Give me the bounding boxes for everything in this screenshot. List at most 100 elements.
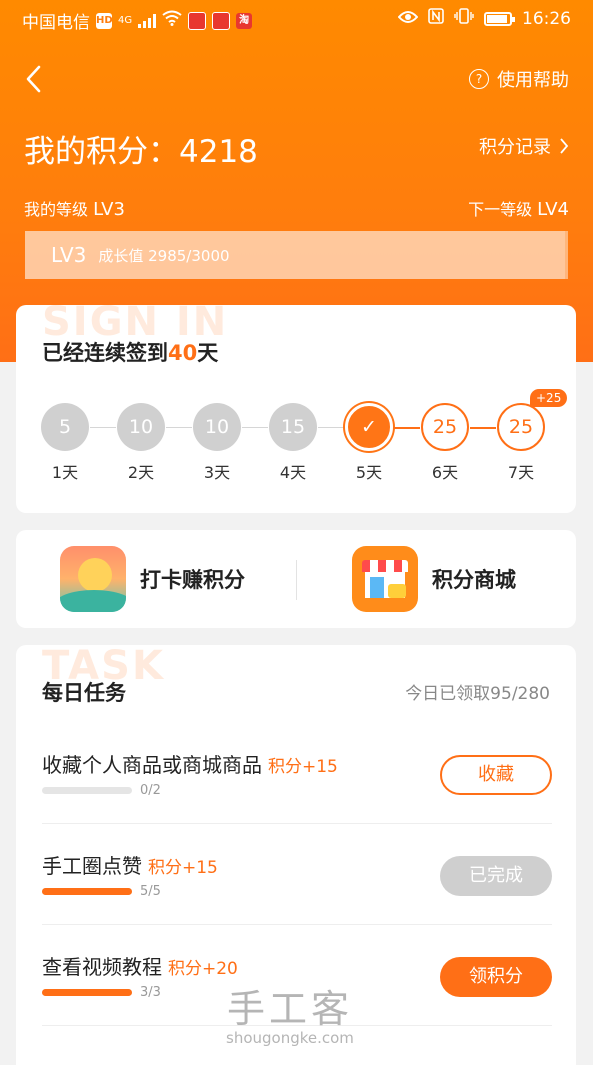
status-bar: 中国电信 HD 4G 淘 16:26 [0, 0, 593, 40]
eye-icon [397, 9, 419, 29]
taobao-app-icon: 淘 [236, 12, 253, 29]
points-title: 我的积分：4218 [24, 126, 258, 171]
shop-label: 积分商城 [432, 568, 516, 592]
signin-day-label: 6天 [431, 463, 459, 482]
task-progress-fill [42, 989, 132, 996]
signin-connector [318, 427, 344, 428]
task-reward: 积分+15 [148, 858, 218, 878]
clock-text: 16:26 [522, 8, 571, 29]
next-level-label: 下一等级 [468, 200, 533, 219]
task-progress-bar [42, 888, 132, 895]
signin-day-check-icon: ✓ [345, 403, 393, 451]
task-name: 查看视频教程 积分+20 [42, 951, 238, 980]
points-record-link[interactable]: 积分记录 [479, 133, 569, 159]
progress-text: 成长值 2985/3000 [98, 246, 230, 265]
signin-title-suffix: 天 [197, 341, 219, 365]
signin-day-points: 5 [41, 403, 89, 451]
signin-day-label: 7天 [507, 463, 535, 482]
signin-day-label: 5天 [355, 463, 383, 482]
next-level-value: LV4 [537, 199, 569, 220]
signin-day: 10 3天 [192, 403, 242, 483]
signin-day-points: 10 [193, 403, 241, 451]
signin-title: 已经连续签到40天 [42, 337, 218, 367]
tasks-title: 每日任务 [42, 681, 126, 705]
task-row: 收藏个人商品或商城商品 积分+15 0/2 收藏 [42, 747, 552, 847]
task-action-button[interactable]: 领积分 [440, 957, 552, 997]
task-reward: 积分+20 [168, 959, 238, 979]
hd-icon: HD [96, 12, 113, 29]
signin-day: ✓ 5天 [344, 403, 394, 483]
signin-title-prefix: 已经连续签到 [42, 341, 168, 365]
help-link[interactable]: ? 使用帮助 [469, 66, 569, 92]
points-record-label: 积分记录 [479, 137, 551, 158]
entry-divider [296, 560, 297, 600]
task-separator [42, 823, 552, 824]
task-name-text: 手工圈点赞 [42, 854, 142, 878]
current-level: 我的等级 LV3 [24, 196, 125, 220]
task-progress-text: 3/3 [140, 985, 161, 1000]
signin-day-points: 15 [269, 403, 317, 451]
task-progress-text: 5/5 [140, 884, 161, 899]
task-progress-bar [42, 989, 132, 996]
wifi-icon [162, 10, 182, 31]
signal-icon [138, 13, 157, 28]
site-watermark-en: shougongke.com [226, 1029, 354, 1047]
back-button[interactable] [22, 64, 52, 94]
checkin-label: 打卡赚积分 [140, 568, 245, 592]
question-icon: ? [469, 69, 489, 89]
nfc-icon [428, 8, 444, 29]
video-app-icon [212, 11, 231, 30]
signin-day-points: 25 [421, 403, 469, 451]
task-action-button[interactable]: 已完成 [440, 856, 552, 896]
signin-bonus-badge: +25 [530, 389, 568, 407]
task-name-text: 收藏个人商品或商城商品 [42, 753, 262, 777]
next-level: 下一等级 LV4 [468, 196, 569, 220]
signin-connector [90, 427, 116, 428]
task-name: 收藏个人商品或商城商品 积分+15 [42, 749, 338, 778]
streak-count: 40 [168, 341, 198, 365]
task-row: 手工圈点赞 积分+15 5/5 已完成 [42, 848, 552, 948]
signin-connector [242, 427, 268, 428]
carrier-text: 中国电信 [22, 13, 90, 33]
signin-connector [470, 427, 496, 429]
task-name-text: 查看视频教程 [42, 955, 162, 979]
task-progress-text: 0/2 [140, 783, 161, 798]
signin-connector [394, 427, 420, 429]
points-label: 我的积分： [24, 134, 179, 170]
vibrate-icon [454, 8, 474, 29]
signin-day-points: 25 [497, 403, 545, 451]
task-name: 手工圈点赞 积分+15 [42, 850, 218, 879]
checkin-entry[interactable]: 打卡赚积分 [60, 546, 245, 612]
signin-day: 10 2天 [116, 403, 166, 483]
signin-day: 5 1天 [40, 403, 90, 483]
my-level-value: LV3 [93, 199, 125, 220]
task-reward: 积分+15 [268, 757, 338, 777]
book-app-icon [188, 11, 207, 30]
progress-level: LV3 [51, 243, 87, 267]
entry-card: 打卡赚积分 积分商城 [16, 530, 576, 628]
my-level-label: 我的等级 [24, 200, 89, 219]
signin-day-label: 3天 [203, 463, 231, 482]
signin-day-label: 1天 [51, 463, 79, 482]
task-progress-bar [42, 787, 132, 794]
points-value: 4218 [179, 134, 258, 170]
task-progress-fill [42, 888, 132, 895]
back-arrow-icon [26, 65, 41, 93]
help-label: 使用帮助 [497, 70, 569, 91]
signin-day: 15 4天 [268, 403, 318, 483]
signin-day: 25 6天 [420, 403, 470, 483]
checkin-icon [60, 546, 126, 612]
chevron-right-icon [560, 138, 569, 154]
shop-entry[interactable]: 积分商城 [352, 546, 516, 612]
signin-day-label: 2天 [127, 463, 155, 482]
signin-day-label: 4天 [279, 463, 307, 482]
site-watermark: 手工客 shougongke.com [226, 978, 354, 1047]
battery-icon [484, 11, 515, 26]
tasks-count: 今日已领取95/280 [405, 684, 550, 704]
signin-day-points: 10 [117, 403, 165, 451]
task-action-button[interactable]: 收藏 [440, 755, 552, 795]
signin-days: 5 1天 10 2天 10 3天 15 4天 ✓ 5天 25 6天 25 +25 7天 [40, 389, 568, 483]
signin-connector [166, 427, 192, 428]
task-separator [42, 924, 552, 925]
shop-icon [352, 546, 418, 612]
